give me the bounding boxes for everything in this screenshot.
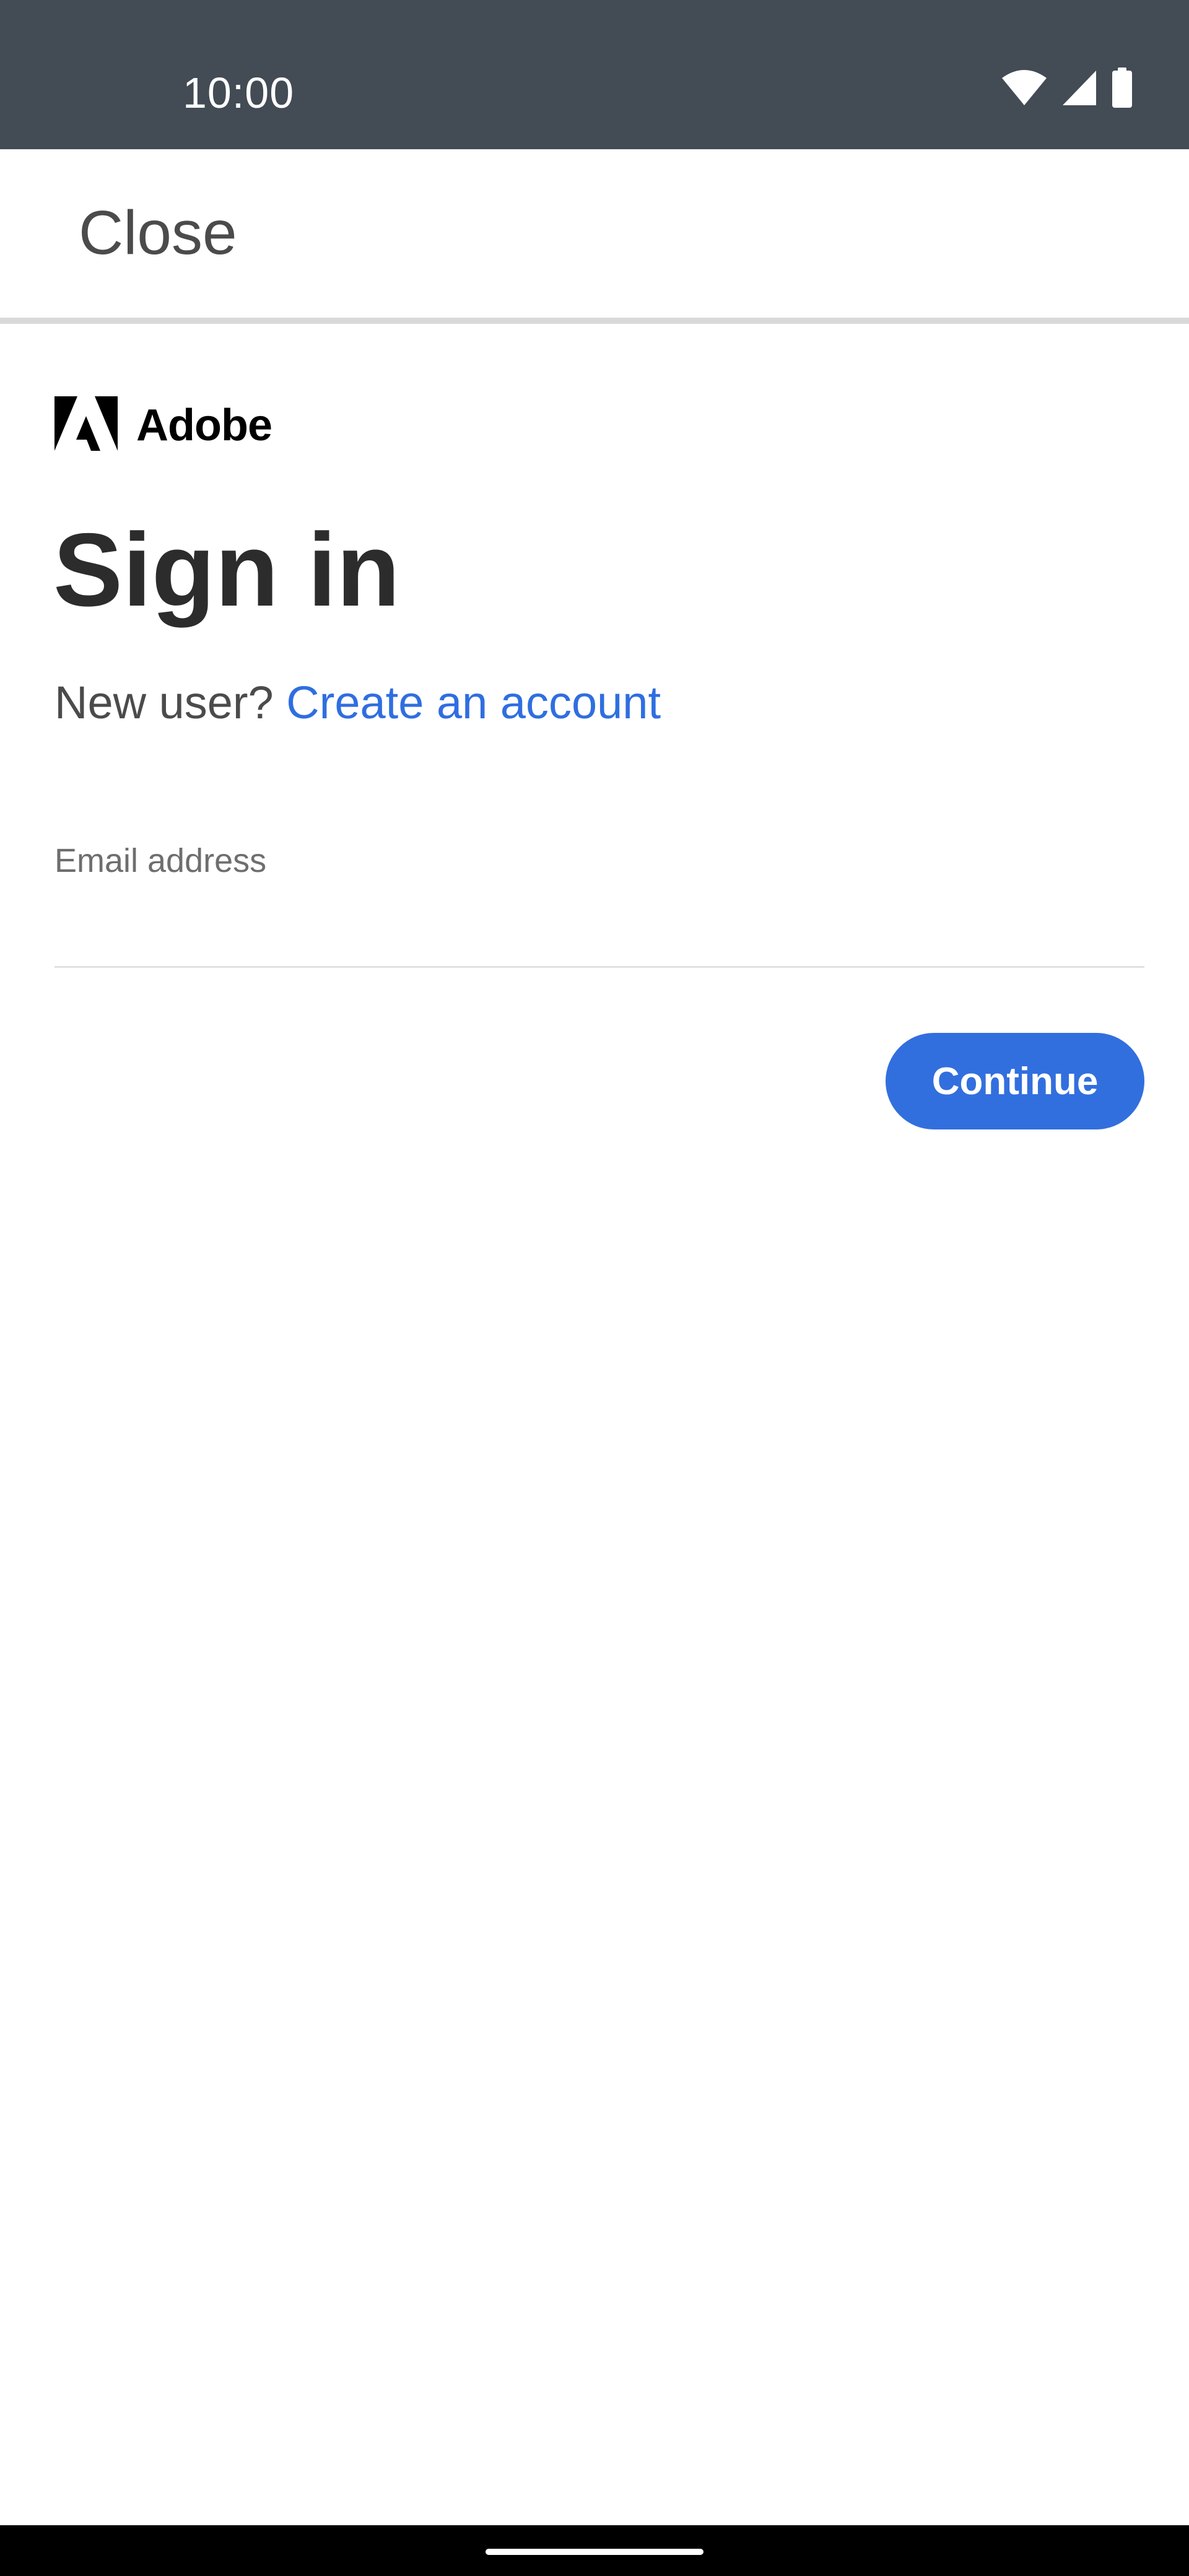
adobe-logo: Adobe	[54, 396, 272, 454]
battery-icon	[1111, 67, 1133, 111]
navigation-bar	[0, 2525, 1189, 2576]
close-button[interactable]: Close	[79, 193, 237, 273]
adobe-logo-icon	[54, 396, 118, 454]
new-user-row: New user? Create an account	[54, 669, 661, 737]
continue-button[interactable]: Continue	[886, 1033, 1144, 1129]
wifi-icon	[1001, 69, 1048, 110]
status-time: 10:00	[183, 69, 295, 117]
adobe-wordmark: Adobe	[136, 400, 272, 450]
new-user-prompt: New user?	[54, 677, 274, 728]
status-bar: 10:00	[0, 0, 1189, 149]
cell-signal-icon	[1061, 69, 1097, 110]
email-label: Email address	[54, 842, 267, 879]
create-account-link[interactable]: Create an account	[286, 677, 661, 728]
email-field[interactable]	[54, 898, 1144, 968]
home-indicator[interactable]	[486, 2549, 703, 2555]
page-title: Sign in	[53, 511, 400, 628]
top-divider	[0, 318, 1189, 324]
top-bar: Close	[0, 149, 1189, 318]
status-icons	[1001, 67, 1133, 111]
